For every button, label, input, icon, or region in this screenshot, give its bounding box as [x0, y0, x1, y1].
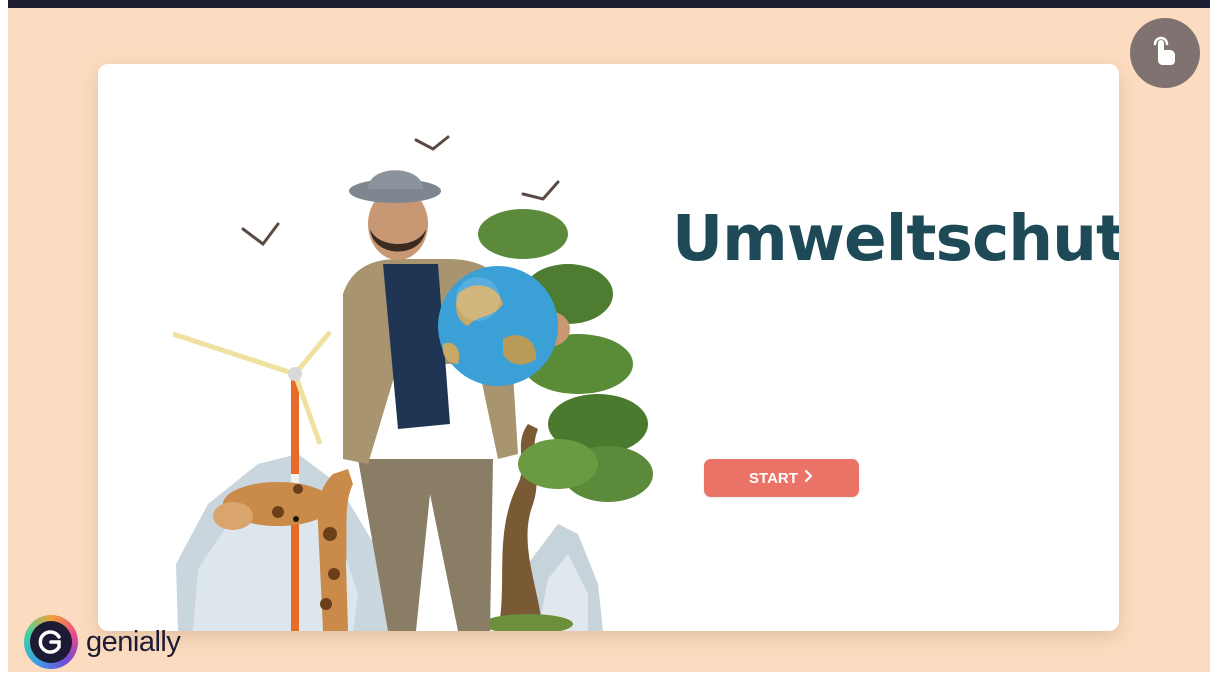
start-button-label: START	[749, 469, 798, 487]
genially-logo-icon	[24, 615, 78, 669]
slide-card: Umweltschutz START	[98, 64, 1119, 631]
chevron-right-icon	[804, 469, 814, 487]
brand-name: genially	[86, 625, 181, 658]
cover-illustration	[172, 135, 653, 631]
genially-brand[interactable]: genially	[24, 614, 181, 670]
globe-shape	[438, 266, 558, 386]
slide-title: Umweltschutz	[672, 202, 1119, 275]
start-button[interactable]: START	[704, 459, 859, 497]
touch-interaction-button[interactable]	[1130, 18, 1200, 88]
touch-hand-icon	[1148, 34, 1182, 72]
presentation-stage: Umweltschutz START genially	[8, 0, 1210, 672]
